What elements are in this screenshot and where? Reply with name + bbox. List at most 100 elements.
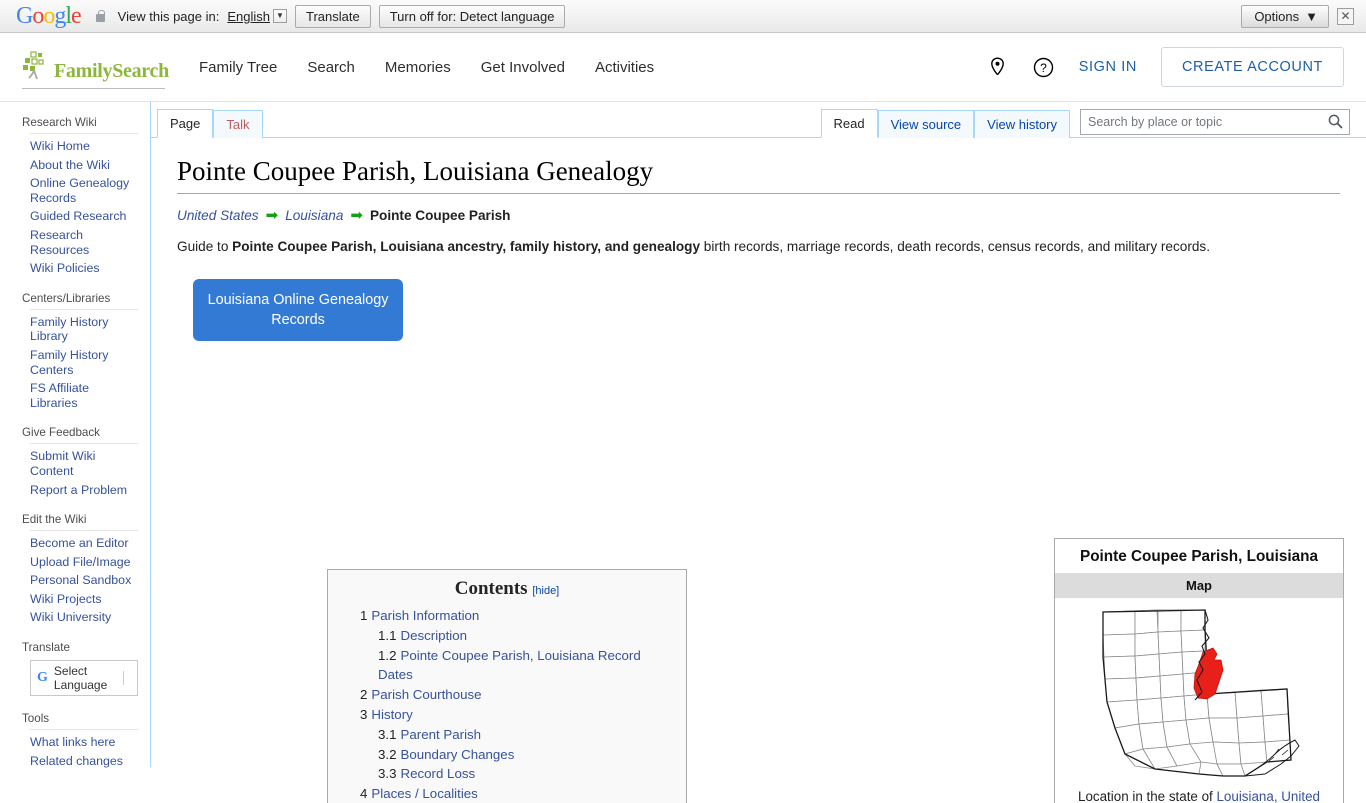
toc-item-number: 3.3	[378, 766, 397, 782]
louisiana-online-genealogy-records-button[interactable]: Louisiana Online Genealogy Records	[193, 279, 403, 341]
sidebar-item-upload-file-image[interactable]: Upload File/Image	[30, 555, 138, 570]
toc-item-number: 1.1	[378, 627, 397, 643]
toc-item-label[interactable]: Description	[401, 628, 468, 643]
turn-off-language-button[interactable]: Turn off for: Detect language	[378, 4, 566, 28]
create-account-button[interactable]: CREATE ACCOUNT	[1160, 47, 1344, 87]
sidebar-item-wiki-projects[interactable]: Wiki Projects	[30, 592, 138, 607]
select-language-dropdown[interactable]: G Select Language	[30, 660, 138, 697]
toc-item-number: 1	[360, 608, 368, 623]
close-icon[interactable]: ✕	[1337, 7, 1354, 25]
tab-bar: Page Talk Read View source View history	[151, 102, 1366, 138]
toc-hide-label[interactable]: [hide]	[532, 585, 559, 597]
nav-item-family-tree[interactable]: Family Tree	[199, 59, 277, 76]
search-input[interactable]	[1080, 109, 1350, 135]
sidebar-group-research-wiki: Wiki Home About the Wiki Online Genealog…	[30, 133, 138, 276]
question-circle-icon[interactable]: ?	[1033, 56, 1055, 78]
intro-suffix: birth records, marriage records, death r…	[700, 239, 1210, 254]
dropdown-caret-icon	[122, 671, 131, 686]
language-selector[interactable]: English ▼	[227, 9, 287, 24]
toc-item-label[interactable]: Record Loss	[401, 766, 476, 781]
toc-item-label[interactable]: Boundary Changes	[401, 747, 515, 762]
tab-view-source[interactable]: View source	[877, 110, 975, 138]
arrow-right-icon: ➡	[265, 207, 279, 224]
toc-item-label[interactable]: Pointe Coupee Parish, Louisiana Record D…	[378, 648, 641, 683]
familysearch-wordmark: FamilySearch	[54, 60, 169, 82]
sidebar-item-family-history-library[interactable]: Family History Library	[30, 315, 138, 344]
tab-talk[interactable]: Talk	[213, 110, 263, 138]
chevron-down-icon: ▼	[272, 9, 287, 23]
sidebar-item-submit-wiki-content[interactable]: Submit Wiki Content	[30, 449, 138, 478]
options-button[interactable]: Options ▼	[1241, 4, 1329, 28]
sidebar-heading-give-feedback: Give Feedback	[22, 426, 100, 440]
sidebar-group-give-feedback: Submit Wiki Content Report a Problem	[30, 443, 138, 497]
louisiana-parish-map[interactable]	[1055, 598, 1343, 779]
nav-item-get-involved[interactable]: Get Involved	[481, 59, 565, 76]
sidebar-item-research-resources[interactable]: Research Resources	[30, 228, 138, 257]
toc-item[interactable]: 1.2 Pointe Coupee Parish, Louisiana Recor…	[338, 646, 676, 686]
sidebar-item-related-changes[interactable]: Related changes	[30, 754, 138, 769]
tab-read[interactable]: Read	[820, 109, 878, 138]
google-logo: Google	[16, 2, 82, 29]
sidebar-item-report-a-problem[interactable]: Report a Problem	[30, 483, 138, 498]
toc-item-number: 3	[360, 706, 368, 722]
sidebar-item-online-genealogy-records[interactable]: Online Genealogy Records	[30, 176, 138, 205]
breadcrumb-item-united-states[interactable]: United States	[177, 208, 259, 223]
toc-item-label[interactable]: History	[371, 707, 412, 722]
toc-item[interactable]: 4 Places / Localities	[338, 784, 676, 803]
sidebar-group-edit-the-wiki: Become an Editor Upload File/Image Perso…	[30, 530, 138, 625]
sidebar-item-fs-affiliate-libraries[interactable]: FS Affiliate Libraries	[30, 381, 138, 410]
translate-button[interactable]: Translate	[294, 4, 371, 28]
toc-item-label[interactable]: Parish Courthouse	[371, 687, 481, 702]
sign-in-link[interactable]: SIGN IN	[1079, 59, 1137, 75]
breadcrumb-item-current: Pointe Coupee Parish	[369, 208, 511, 223]
toc-item[interactable]: 2 Parish Courthouse	[338, 685, 676, 705]
infobox-caption: Location in the state of Louisiana, Unit…	[1055, 779, 1343, 803]
lock-icon	[95, 9, 106, 23]
sidebar-item-family-history-centers[interactable]: Family History Centers	[30, 348, 138, 377]
google-g-icon: G	[37, 670, 48, 686]
toc-list: 1 Parish Information 1.1 Description 1.2 Po…	[338, 606, 676, 803]
nav-item-activities[interactable]: Activities	[595, 59, 654, 76]
toc-hide-toggle[interactable]: [hide]	[532, 585, 559, 597]
sidebar-item-guided-research[interactable]: Guided Research	[30, 209, 138, 224]
toc-title-label: Contents	[454, 578, 528, 599]
arrow-right-icon: ➡	[350, 207, 363, 224]
nav-item-memories[interactable]: Memories	[385, 59, 451, 76]
toc-item-number: 1.2	[378, 647, 397, 663]
nav-item-search[interactable]: Search	[307, 59, 355, 76]
search-container	[1080, 109, 1350, 135]
translate-prompt-label: View this page in:	[117, 8, 220, 24]
toc-item-label[interactable]: Places / Localities	[371, 786, 477, 801]
infobox-map-header: Map	[1055, 573, 1343, 598]
page-body: Research Wiki Wiki Home About the Wiki O…	[0, 102, 1366, 803]
infobox-title: Pointe Coupee Parish, Louisiana	[1080, 548, 1318, 565]
sidebar-item-about-the-wiki[interactable]: About the Wiki	[30, 158, 138, 173]
article: Pointe Coupee Parish, Louisiana Genealog…	[151, 138, 1366, 803]
toc-item-label[interactable]: Parish Information	[371, 608, 479, 623]
map-pin-icon[interactable]	[987, 56, 1009, 78]
familysearch-logo[interactable]: FamilySearch	[22, 45, 169, 89]
toc-item[interactable]: 1.1 Description	[338, 626, 676, 646]
tab-view-history[interactable]: View history	[974, 110, 1070, 138]
toc-item-label[interactable]: Parent Parish	[401, 727, 482, 742]
sidebar-heading-edit-the-wiki: Edit the Wiki	[22, 513, 87, 527]
toc-item[interactable]: 3.2 Boundary Changes	[338, 745, 676, 765]
site-header: FamilySearch Family Tree Search Memories…	[0, 33, 1366, 102]
sidebar-item-what-links-here[interactable]: What links here	[30, 735, 138, 750]
sidebar-item-wiki-university[interactable]: Wiki University	[30, 610, 138, 625]
sidebar-item-wiki-home[interactable]: Wiki Home	[30, 139, 138, 154]
toc-item[interactable]: 3 History	[338, 705, 676, 725]
tab-page[interactable]: Page	[157, 109, 214, 138]
toc-item-number: 4	[360, 786, 368, 802]
sidebar-item-wiki-policies[interactable]: Wiki Policies	[30, 261, 138, 276]
sidebar-item-become-an-editor[interactable]: Become an Editor	[30, 536, 138, 551]
intro-paragraph: Guide to Pointe Coupee Parish, Louisiana…	[177, 236, 1297, 257]
sidebar-item-personal-sandbox[interactable]: Personal Sandbox	[30, 573, 138, 588]
breadcrumb-item-louisiana[interactable]: Louisiana	[285, 208, 343, 223]
breadcrumb: United States ➡ Louisiana ➡ Pointe Coupe…	[177, 208, 1340, 223]
options-label: Options	[1254, 8, 1300, 24]
toc-item[interactable]: 3.1 Parent Parish	[338, 725, 676, 745]
toc-item[interactable]: 1 Parish Information	[338, 606, 676, 626]
sidebar-heading-translate: Translate	[22, 641, 70, 655]
toc-item[interactable]: 3.3 Record Loss	[338, 764, 676, 784]
